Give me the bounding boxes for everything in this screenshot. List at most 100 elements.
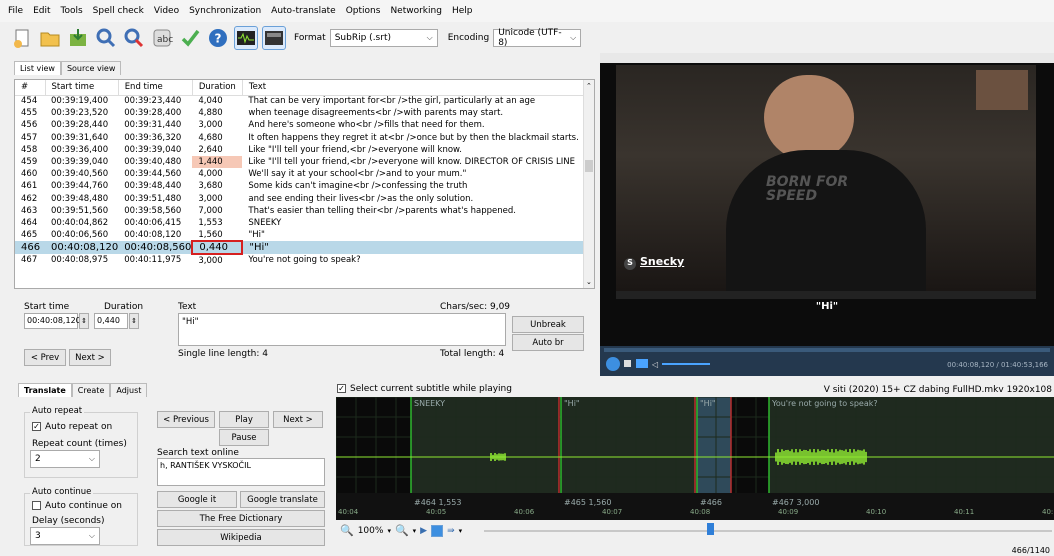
zoom-in-icon[interactable]: 🔍 bbox=[395, 524, 409, 537]
table-row[interactable]: 462 00:39:48,480 00:39:51,480 3,000 and see … bbox=[15, 193, 585, 205]
chevron-down-icon[interactable]: ▾ bbox=[413, 527, 417, 535]
video-toggle-icon[interactable] bbox=[262, 26, 286, 50]
menu-file[interactable]: File bbox=[8, 6, 23, 16]
col-duration[interactable]: Duration bbox=[192, 80, 243, 96]
tab-list-view[interactable]: List view bbox=[14, 61, 61, 75]
position-thumb[interactable] bbox=[707, 523, 714, 535]
google-translate-button[interactable]: Google translate bbox=[240, 491, 325, 508]
menu-tools[interactable]: Tools bbox=[61, 6, 83, 16]
table-row[interactable]: 467 00:40:08,975 00:40:11,975 3,000 You're n… bbox=[15, 254, 585, 266]
play-icon[interactable] bbox=[606, 357, 620, 371]
tab-adjust[interactable]: Adjust bbox=[110, 383, 148, 397]
video-player[interactable]: BORN FOR SPEED S Snecky "Hi" ◁ 00:40:08,1… bbox=[600, 53, 1054, 376]
auto-continue-checkbox[interactable]: Auto continue on bbox=[32, 501, 122, 511]
volume-slider[interactable] bbox=[662, 363, 710, 365]
play-button[interactable]: Play bbox=[219, 411, 269, 428]
auto-repeat-checkbox[interactable]: ✓ Auto repeat on bbox=[32, 422, 112, 432]
prev-button[interactable]: < Prev bbox=[24, 349, 66, 366]
chars-per-sec: Chars/sec: 9,09 bbox=[440, 302, 511, 312]
next-sub-button[interactable]: Next > bbox=[273, 411, 323, 428]
scroll-thumb[interactable] bbox=[585, 160, 593, 172]
menu-auto-translate[interactable]: Auto-translate bbox=[271, 6, 336, 16]
table-row[interactable]: 461 00:39:44,760 00:39:48,440 3,680 Some kid… bbox=[15, 180, 585, 192]
cell-number: 454 bbox=[21, 96, 38, 107]
wave-sub-467: You're not going to speak? bbox=[772, 399, 878, 408]
seek-bar[interactable] bbox=[604, 348, 1050, 352]
position-track[interactable] bbox=[484, 530, 1052, 532]
auto-br-button[interactable]: Auto br bbox=[512, 334, 584, 351]
table-row[interactable]: 454 00:39:19,400 00:39:23,440 4,040 That can… bbox=[15, 95, 585, 107]
search-text-input[interactable]: h, RANTIŠEK VYSKOČIL bbox=[157, 458, 325, 486]
menu-networking[interactable]: Networking bbox=[390, 6, 442, 16]
split-icon[interactable] bbox=[431, 524, 444, 537]
open-folder-icon[interactable] bbox=[38, 26, 62, 50]
col-text[interactable]: Text bbox=[242, 80, 586, 96]
wave-label-465: #465 1,560 bbox=[564, 498, 612, 507]
cell-text: Like "I'll tell your friend,<br />everyo… bbox=[248, 157, 575, 168]
pause-button[interactable]: Pause bbox=[219, 429, 269, 446]
waveform-toggle-icon[interactable] bbox=[234, 26, 258, 50]
subtitle-text-editor[interactable]: "Hi" bbox=[178, 313, 506, 346]
unbreak-button[interactable]: Unbreak bbox=[512, 316, 584, 333]
col-start-time[interactable]: Start time bbox=[45, 80, 119, 96]
start-time-input[interactable]: 00:40:08,120 bbox=[24, 313, 81, 329]
col-end-time[interactable]: End time bbox=[118, 80, 193, 96]
table-row[interactable]: 455 00:39:23,520 00:39:28,400 4,880 when tee… bbox=[15, 107, 585, 119]
table-row[interactable]: 466 00:40:08,120 00:40:08,560 0,440 "Hi" bbox=[15, 240, 585, 256]
table-row[interactable]: 463 00:39:51,560 00:39:58,560 7,000 That's e… bbox=[15, 205, 585, 217]
wikipedia-button[interactable]: Wikipedia bbox=[157, 529, 325, 546]
replace-icon[interactable] bbox=[122, 26, 146, 50]
waveform-panel[interactable]: SNEEKY "Hi" "Hi" You're not going to spe… bbox=[336, 397, 1054, 520]
google-it-button[interactable]: Google it bbox=[157, 491, 237, 508]
free-dictionary-button[interactable]: The Free Dictionary bbox=[157, 510, 325, 527]
start-time-spinner[interactable]: ⇕ bbox=[79, 313, 89, 329]
table-row[interactable]: 458 00:39:36,400 00:39:39,040 2,640 Like "I'… bbox=[15, 144, 585, 156]
encoding-label: Encoding bbox=[447, 33, 490, 43]
new-file-icon[interactable] bbox=[10, 26, 34, 50]
spell-check-icon[interactable] bbox=[178, 26, 202, 50]
menu-spell-check[interactable]: Spell check bbox=[93, 6, 144, 16]
waveform-controls: 🔍 100% ▾ 🔍 ▾ ▶ ⇛ ▾ bbox=[340, 524, 462, 537]
zoom-value[interactable]: 100% bbox=[358, 526, 384, 536]
encoding-select[interactable]: Unicode (UTF-8) ⌵ bbox=[493, 28, 582, 48]
menu-options[interactable]: Options bbox=[346, 6, 381, 16]
tab-create[interactable]: Create bbox=[71, 383, 111, 397]
select-while-playing-checkbox[interactable]: ✓ Select current subtitle while playing bbox=[337, 384, 512, 394]
playback-arrows-icon[interactable]: ⇛ bbox=[447, 526, 455, 536]
table-row[interactable]: 456 00:39:28,440 00:39:31,440 3,000 And here… bbox=[15, 119, 585, 131]
play-icon[interactable]: ▶ bbox=[420, 526, 427, 536]
table-row[interactable]: 460 00:39:40,560 00:39:44,560 4,000 We'll sa… bbox=[15, 168, 585, 180]
zoom-out-icon[interactable]: 🔍 bbox=[340, 524, 354, 537]
save-icon[interactable] bbox=[66, 26, 90, 50]
format-select[interactable]: SubRip (.srt) ⌵ bbox=[329, 29, 438, 47]
cell-start-time: 00:40:04,862 bbox=[51, 217, 109, 228]
stop-icon[interactable] bbox=[624, 360, 631, 367]
table-row[interactable]: 464 00:40:04,862 00:40:06,415 1,553 SNEEKY bbox=[15, 217, 585, 229]
delay-select[interactable]: 3 ⌵ bbox=[30, 527, 100, 545]
find-icon[interactable] bbox=[94, 26, 118, 50]
grid-scrollbar[interactable]: ⌃ ⌄ bbox=[583, 80, 594, 288]
visual-sync-icon[interactable]: abc bbox=[150, 26, 174, 50]
menu-help[interactable]: Help bbox=[452, 6, 473, 16]
tab-translate[interactable]: Translate bbox=[18, 383, 72, 397]
volume-icon[interactable]: ◁ bbox=[652, 360, 658, 369]
menu-edit[interactable]: Edit bbox=[33, 6, 50, 16]
duration-input[interactable]: 0,440 bbox=[94, 313, 128, 329]
col-number[interactable]: # bbox=[15, 80, 46, 96]
previous-button[interactable]: < Previous bbox=[157, 411, 215, 428]
next-button[interactable]: Next > bbox=[69, 349, 111, 366]
tab-source-view[interactable]: Source view bbox=[60, 61, 122, 75]
chevron-down-icon[interactable]: ▾ bbox=[387, 527, 391, 535]
help-icon[interactable]: ? bbox=[206, 26, 230, 50]
menu-video[interactable]: Video bbox=[154, 6, 179, 16]
chevron-down-icon[interactable]: ▾ bbox=[459, 527, 463, 535]
menu-synchronization[interactable]: Synchronization bbox=[189, 6, 261, 16]
text-label: Text bbox=[178, 302, 197, 312]
duration-spinner[interactable]: ⇕ bbox=[129, 313, 139, 329]
table-row[interactable]: 465 00:40:06,560 00:40:08,120 1,560 "Hi" bbox=[15, 229, 585, 241]
repeat-count-select[interactable]: 2 ⌵ bbox=[30, 450, 100, 468]
table-row[interactable]: 459 00:39:39,040 00:39:40,480 1,440 Like "I'… bbox=[15, 155, 585, 169]
auto-repeat-title: Auto repeat bbox=[30, 406, 85, 416]
fullscreen-icon[interactable] bbox=[636, 359, 648, 368]
table-row[interactable]: 457 00:39:31,640 00:39:36,320 4,680 It often… bbox=[15, 132, 585, 144]
